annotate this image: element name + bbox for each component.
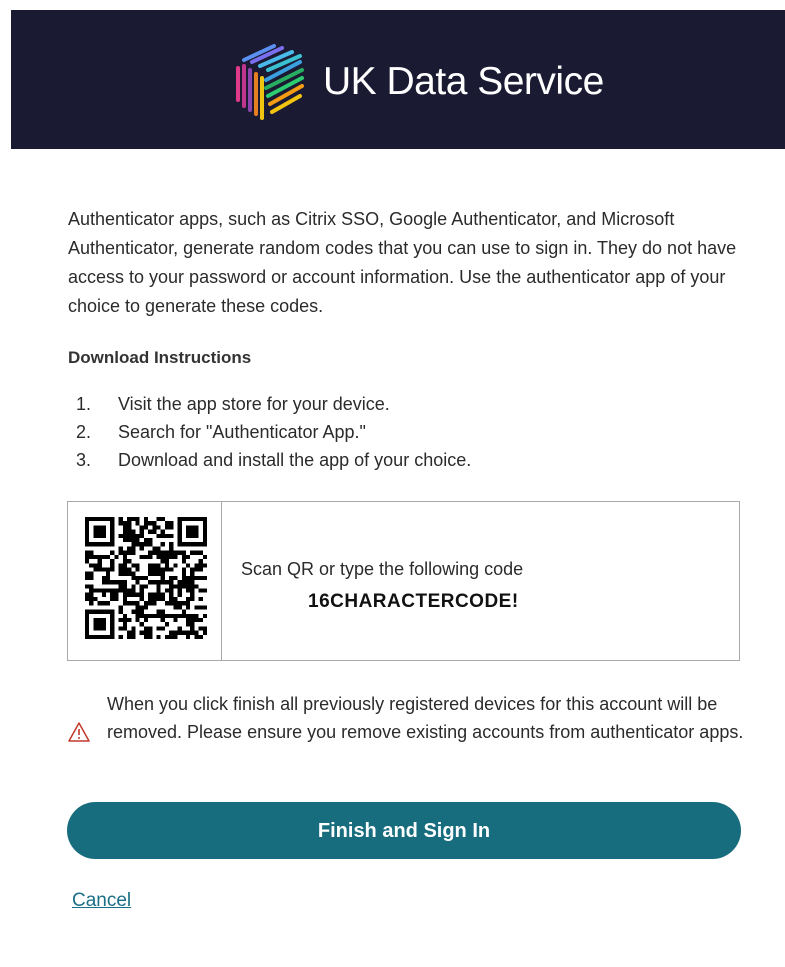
logo-text: UK Data Service [323, 60, 604, 103]
step-text: Download and install the app of your cho… [118, 450, 472, 470]
finish-and-sign-in-button[interactable]: Finish and Sign In [67, 802, 741, 859]
cancel-link[interactable]: Cancel [72, 889, 131, 913]
download-instructions-heading: Download Instructions [68, 348, 252, 367]
list-item: 3. Download and install the app of your c… [76, 450, 472, 470]
step-text: Search for "Authenticator App." [118, 422, 366, 442]
warning-message: When you click finish all previously reg… [107, 694, 744, 742]
download-steps-list: 1. Visit the app store for your device. 2… [76, 390, 471, 474]
list-item: 2. Search for "Authenticator App." [76, 422, 366, 442]
divider [221, 502, 222, 660]
qr-code-panel: Scan QR or type the following code 16CHA… [67, 501, 740, 661]
setup-code: 16CHARACTERCODE! [308, 591, 519, 612]
step-text: Visit the app store for your device. [118, 394, 390, 414]
scan-instruction: Scan QR or type the following code [241, 559, 524, 579]
list-item: 1. Visit the app store for your device. [76, 394, 390, 414]
warning-triangle-icon [68, 722, 90, 742]
header-banner: UK Data Service [11, 10, 785, 149]
qr-code-icon [85, 517, 207, 639]
intro-paragraph: Authenticator apps, such as Citrix SSO, … [68, 209, 737, 316]
ukds-logo-cube-icon [236, 44, 304, 120]
